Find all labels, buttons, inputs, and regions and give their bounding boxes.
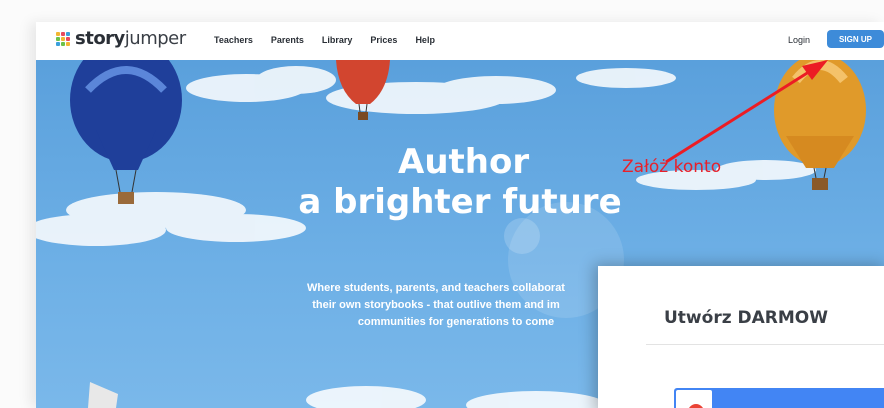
nav-link-prices[interactable]: Prices <box>370 35 397 45</box>
hero-subtext-line1: Where students, parents, and teachers co… <box>307 282 565 294</box>
hero-headline-line2: a brighter future <box>298 182 622 222</box>
modal-title: Utwórz DARMOW <box>664 308 828 328</box>
logo-wordmark: storyjumper <box>75 28 186 49</box>
logo-wordmark-bold: story <box>75 28 125 49</box>
login-link[interactable]: Login <box>788 35 810 45</box>
site-logo[interactable]: storyjumper <box>56 28 186 49</box>
modal-divider <box>646 344 884 345</box>
hero-subtext-line2: their own storybooks - that outlive them… <box>312 299 560 311</box>
google-icon-box <box>676 390 712 408</box>
annotation-create-account: Załóż konto <box>622 157 722 177</box>
hero-headline-line1: Author <box>398 142 530 182</box>
nav-link-library[interactable]: Library <box>322 35 353 45</box>
nav-links: Teachers Parents Library Prices Help <box>214 35 435 45</box>
signup-modal: Utwórz DARMOW <box>598 266 884 408</box>
nav-link-help[interactable]: Help <box>415 35 435 45</box>
logo-wordmark-light: jumper <box>124 28 186 49</box>
nav-link-parents[interactable]: Parents <box>271 35 304 45</box>
signup-button[interactable]: SIGN UP <box>827 30 884 48</box>
storyjumper-logo-icon <box>56 31 70 46</box>
screenshot-frame: storyjumper Teachers Parents Library Pri… <box>0 0 884 408</box>
google-icon <box>688 404 704 408</box>
hero-subtext-line3: communities for generations to come <box>357 316 555 328</box>
top-navbar: storyjumper Teachers Parents Library Pri… <box>36 22 884 60</box>
nav-link-teachers[interactable]: Teachers <box>214 35 253 45</box>
google-signup-button[interactable] <box>674 388 884 408</box>
